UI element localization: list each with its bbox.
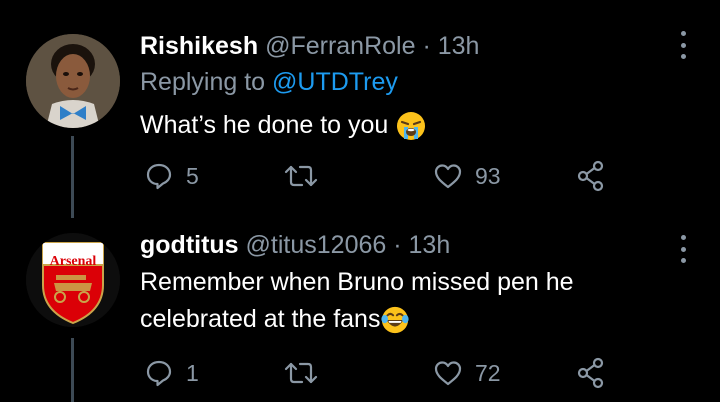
tweet-text-line: What’s he done to you xyxy=(140,111,389,139)
handle[interactable]: @FerranRole xyxy=(265,32,415,60)
display-name[interactable]: Rishikesh xyxy=(140,32,258,60)
retweet-icon xyxy=(284,362,318,384)
share-icon xyxy=(577,357,604,389)
avatar[interactable] xyxy=(26,233,120,327)
reply-icon xyxy=(146,360,172,387)
more-vertical-icon xyxy=(680,235,686,240)
share-button[interactable] xyxy=(576,355,606,391)
tweet[interactable]: Rishikesh @FerranRole · 13h Replying to … xyxy=(0,0,720,218)
tweet-text-line: celebrated at the fans xyxy=(140,305,381,333)
tweet-text: What’s he done to you xyxy=(140,107,427,144)
separator: · xyxy=(422,32,431,60)
like-button[interactable]: 72 xyxy=(433,355,501,391)
heart-icon xyxy=(434,164,462,189)
like-count: 72 xyxy=(475,359,501,386)
timestamp[interactable]: 13h xyxy=(409,231,451,259)
reply-button[interactable]: 1 xyxy=(144,355,199,391)
replying-to-handle[interactable]: @UTDTrey xyxy=(272,68,398,96)
tweet-header: Rishikesh @FerranRole · 13h xyxy=(140,31,479,61)
reply-count: 1 xyxy=(186,359,199,386)
timestamp[interactable]: 13h xyxy=(438,32,480,60)
avatar[interactable] xyxy=(26,34,120,128)
display-name[interactable]: godtitus xyxy=(140,231,239,259)
tweet-text: Remember when Bruno missed pen he celebr… xyxy=(140,264,574,338)
more-options-button[interactable] xyxy=(678,235,688,263)
reply-button[interactable]: 5 xyxy=(144,158,199,194)
avatar-photo xyxy=(26,34,120,128)
reply-icon xyxy=(146,163,172,190)
tweet-text-line-wrap: celebrated at the fans xyxy=(140,301,574,338)
handle[interactable]: @titus12066 xyxy=(246,231,387,259)
arsenal-badge-text: Arsenal xyxy=(49,254,97,269)
retweet-button[interactable] xyxy=(283,158,331,194)
tweet-text-line: Remember when Bruno missed pen he xyxy=(140,268,574,296)
more-vertical-icon xyxy=(680,31,686,36)
like-button[interactable]: 93 xyxy=(433,158,501,194)
retweet-button[interactable] xyxy=(283,355,331,391)
face-with-tears-of-joy-emoji xyxy=(381,307,410,334)
share-button[interactable] xyxy=(576,158,606,194)
share-icon xyxy=(577,160,604,192)
heart-icon xyxy=(434,361,462,386)
action-bar: 1 72 xyxy=(0,355,720,391)
tweet[interactable]: Arsenal godtitus @titus12066 · 13h Remem… xyxy=(0,218,720,402)
reply-count: 5 xyxy=(186,162,199,189)
like-count: 93 xyxy=(475,162,501,189)
more-options-button[interactable] xyxy=(678,31,688,59)
retweet-icon xyxy=(284,165,318,187)
replying-to-prefix: Replying to xyxy=(140,68,273,96)
arsenal-crest xyxy=(26,233,120,327)
replying-to: Replying to @UTDTrey xyxy=(140,67,398,97)
action-bar: 5 93 xyxy=(0,158,720,194)
loudly-crying-face-emoji xyxy=(397,112,426,141)
separator: · xyxy=(393,231,402,259)
tweet-header: godtitus @titus12066 · 13h xyxy=(140,230,450,260)
